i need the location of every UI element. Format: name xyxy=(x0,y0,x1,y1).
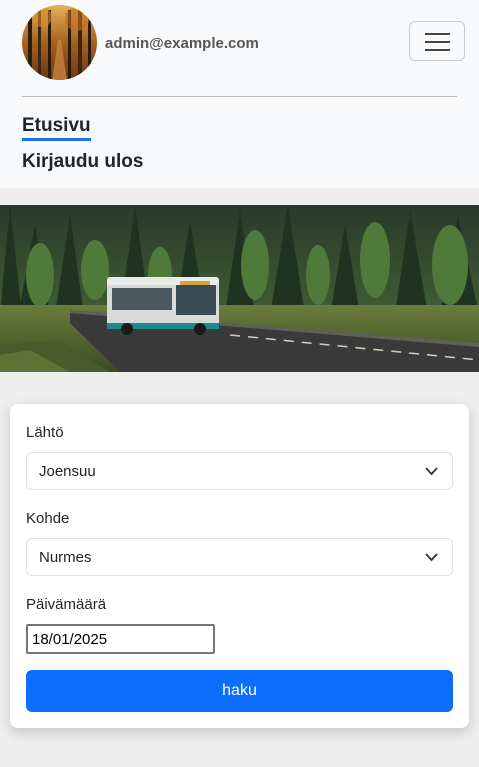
bus-illustration xyxy=(107,277,219,335)
route-search-form: Lähtö Joensuu Kohde Nurmes Päivämäärä ha… xyxy=(10,404,469,728)
departure-label: Lähtö xyxy=(26,424,64,441)
bus-forest-photo xyxy=(0,205,479,372)
user-email: admin@example.com xyxy=(105,35,259,52)
chevron-down-icon xyxy=(425,553,438,562)
destination-label: Kohde xyxy=(26,510,70,527)
destination-select[interactable]: Nurmes xyxy=(26,538,453,576)
nav-link-logout[interactable]: Kirjaudu ulos xyxy=(22,151,143,173)
autumn-forest-avatar-image xyxy=(22,5,97,80)
departure-select[interactable]: Joensuu xyxy=(26,452,453,490)
hero-banner xyxy=(0,205,479,372)
date-input[interactable] xyxy=(26,624,215,654)
nav-link-home[interactable]: Etusivu xyxy=(22,115,91,141)
search-button[interactable]: haku xyxy=(26,670,453,712)
departure-selected-value: Joensuu xyxy=(39,463,96,480)
nav-divider xyxy=(22,96,457,97)
menu-toggle-button[interactable] xyxy=(409,21,465,61)
date-label: Päivämäärä xyxy=(26,596,107,613)
destination-selected-value: Nurmes xyxy=(39,549,92,566)
avatar[interactable] xyxy=(22,5,97,80)
navbar: admin@example.com Etusivu Kirjaudu ulos xyxy=(0,0,479,188)
chevron-down-icon xyxy=(425,467,438,476)
